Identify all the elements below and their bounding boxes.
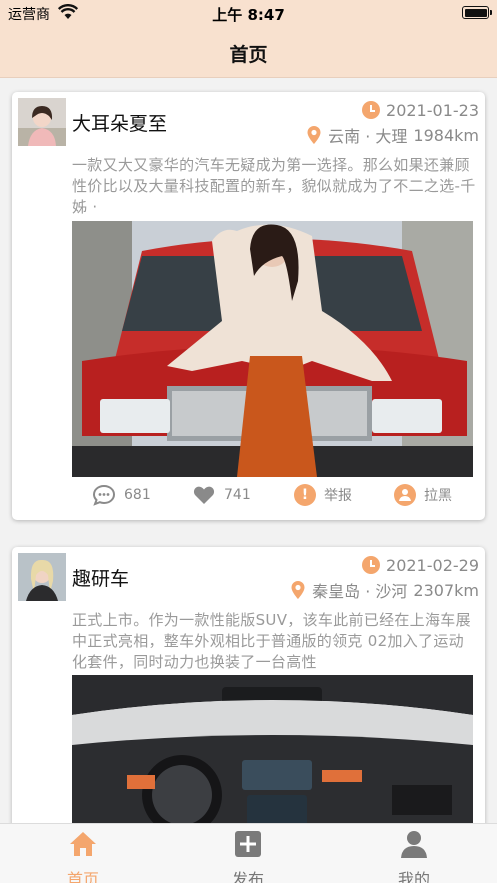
report-button[interactable]: ! 举报 (294, 484, 352, 506)
heart-icon (193, 486, 215, 504)
clock-icon (362, 556, 381, 574)
comment-count: 681 (124, 487, 151, 503)
like-button[interactable]: 741 (192, 484, 251, 506)
tab-home[interactable]: 首页 (33, 830, 133, 883)
post-text[interactable]: 一款又大又豪华的汽车无疑成为第一选择。那么如果还兼顾性价比以及大量科技配置的新车… (72, 155, 476, 218)
post-username[interactable]: 趣研车 (72, 564, 129, 591)
post-card[interactable]: 趣研车 2021-02-29 秦皇岛 · 沙河 2307km 正式上市。作为一款… (12, 547, 485, 823)
tab-home-label: 首页 (66, 870, 99, 883)
status-time: 上午 8:47 (212, 6, 285, 24)
comment-icon (92, 484, 116, 506)
tab-mine[interactable]: 我的 (364, 830, 464, 883)
post-card[interactable]: 大耳朵夏至 2021-01-23 云南 · 大理 1984km 一款又大又豪华的… (12, 92, 485, 520)
nav-bar: 首页 (0, 26, 497, 78)
post-text[interactable]: 正式上市。作为一款性能版SUV，该车此前已经在上海车展中正式亮相，整车外观相比于… (72, 610, 476, 673)
report-icon: ! (294, 484, 316, 506)
tab-mine-label: 我的 (397, 870, 430, 883)
post-location-text: 云南 · 大理 (328, 127, 408, 146)
post-date-text: 2021-02-29 (386, 555, 479, 575)
post-date: 2021-02-29 (362, 555, 479, 575)
post-location: 秦皇岛 · 沙河 2307km (290, 580, 479, 601)
post-location-text: 秦皇岛 · 沙河 (312, 582, 408, 601)
post-date-text: 2021-01-23 (386, 100, 479, 120)
tab-publish-label: 发布 (231, 870, 264, 883)
like-count: 741 (224, 487, 251, 503)
post-date: 2021-01-23 (362, 100, 479, 120)
status-bar: 运营商 上午 8:47 (0, 0, 497, 26)
location-pin-icon (307, 126, 321, 144)
post-image[interactable] (72, 675, 473, 823)
block-label: 拉黑 (424, 488, 452, 504)
post-username[interactable]: 大耳朵夏至 (72, 109, 167, 136)
block-user-icon (394, 484, 416, 506)
home-icon (70, 832, 96, 856)
battery-icon (462, 6, 492, 19)
avatar[interactable] (18, 98, 66, 146)
post-distance: 1984km (413, 125, 479, 145)
post-feed[interactable]: 大耳朵夏至 2021-01-23 云南 · 大理 1984km 一款又大又豪华的… (0, 78, 497, 823)
clock-icon (362, 101, 381, 119)
comment-button[interactable]: 681 (92, 484, 151, 506)
post-image[interactable] (72, 221, 473, 477)
page-title: 首页 (229, 44, 268, 66)
tab-publish[interactable]: 发布 (198, 830, 298, 883)
block-button[interactable]: 拉黑 (394, 484, 452, 506)
post-distance: 2307km (413, 580, 479, 600)
avatar[interactable] (18, 553, 66, 601)
user-icon (401, 831, 427, 858)
add-icon (235, 831, 261, 857)
post-location: 云南 · 大理 1984km (306, 125, 479, 146)
post-actions: 681 741 ! 举报 拉黑 (72, 480, 473, 510)
report-label: 举报 (324, 488, 352, 504)
location-pin-icon (291, 581, 305, 599)
tab-bar: 首页 发布 我的 (0, 823, 497, 883)
